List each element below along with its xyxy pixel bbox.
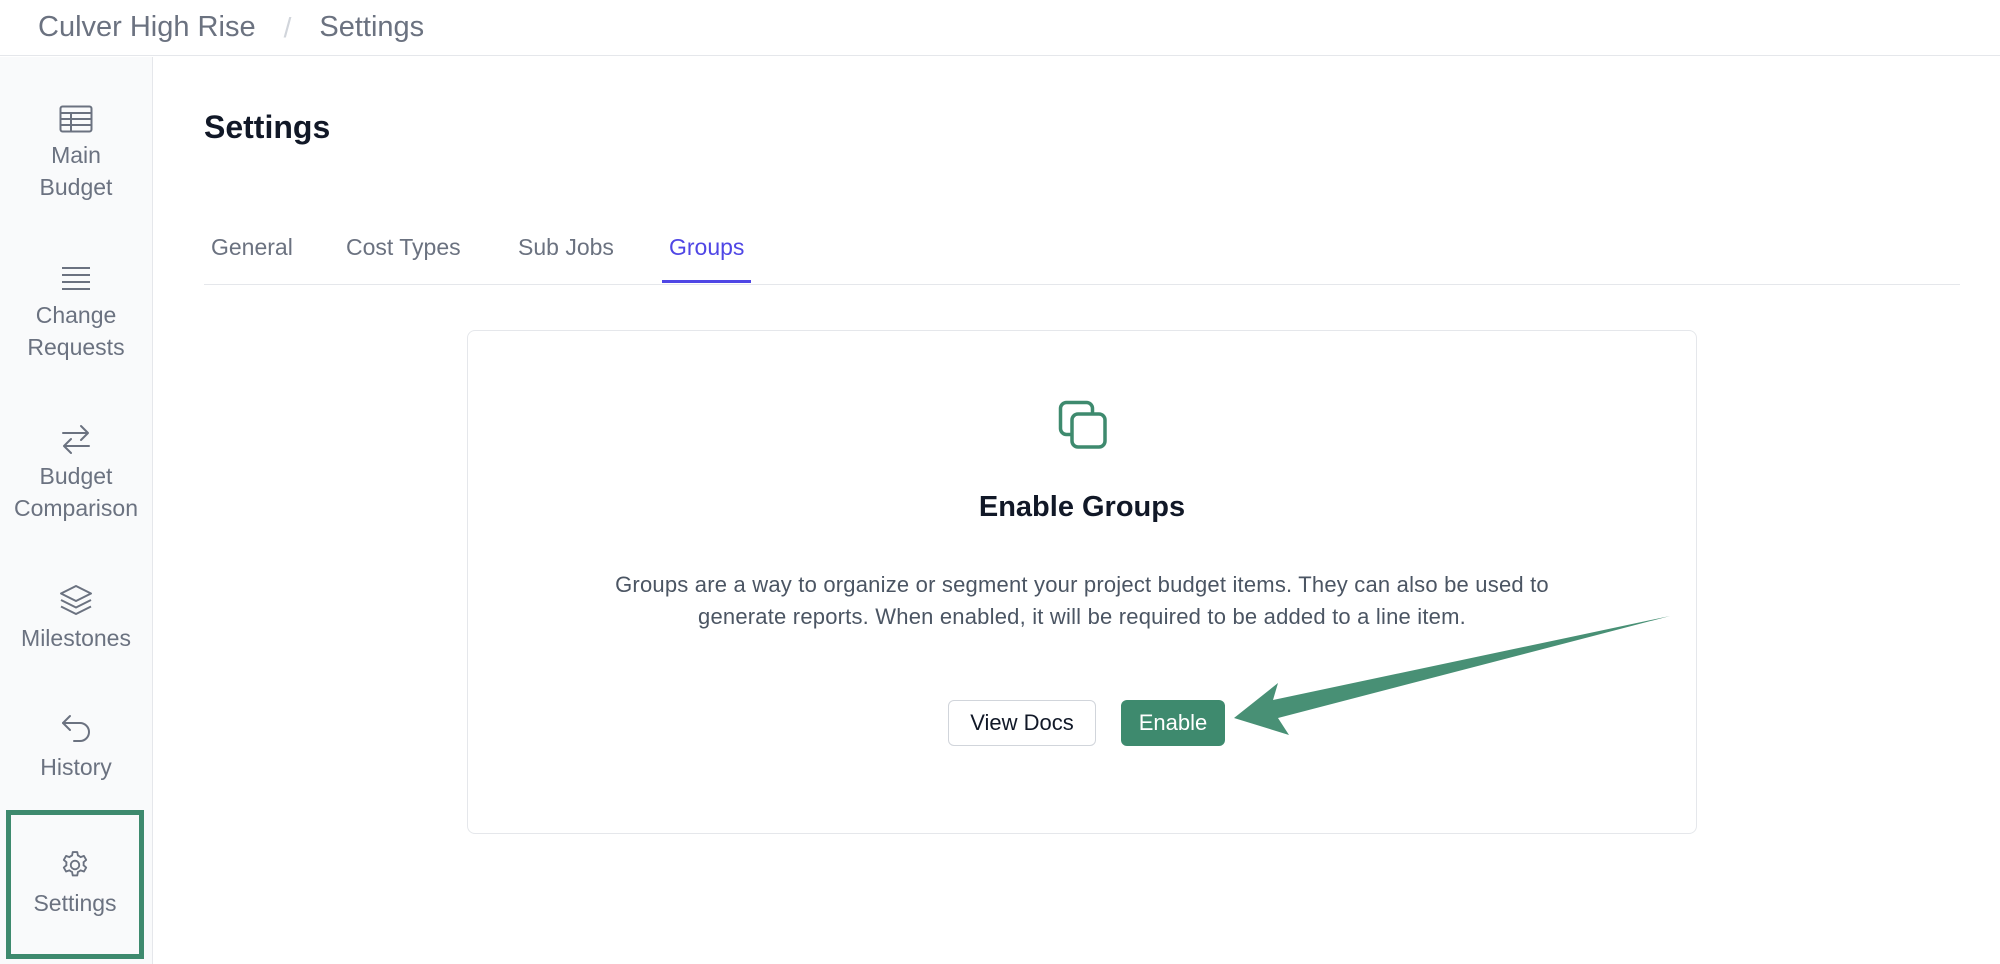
sidebar-item-settings[interactable]: Settings [6,810,144,959]
sidebar-item-change-requests[interactable]: Change Requests [0,265,152,363]
card-description-line: generate reports. When enabled, it will … [698,604,1466,629]
card-title: Enable Groups [978,491,1186,523]
card-description-line: Groups are a way to organize or segment … [615,572,1549,597]
gear-icon [62,851,88,877]
sidebar-item-label: Comparison [14,495,138,521]
settings-tabs: General Cost Types Sub Jobs Groups [204,172,1960,285]
sidebar-item-label: History [40,754,112,780]
sidebar: Main Budget Change Requests Budget Compa… [0,57,153,964]
sidebar-item-label: Requests [27,334,125,360]
layers-icon [60,585,92,615]
tab-sub-jobs[interactable]: Sub Jobs [511,172,621,283]
enable-groups-card: Enable Groups Groups are a way to organi… [467,330,1697,834]
table-icon [59,105,93,133]
list-icon [62,267,90,290]
page-title: Settings [204,109,331,145]
breadcrumb: Culver High Rise / Settings [0,0,2000,56]
sidebar-item-label: Budget [39,174,113,200]
arrows-swap-icon [62,425,90,454]
tab-general[interactable]: General [204,172,300,283]
sidebar-item-main-budget[interactable]: Main Budget [0,105,152,203]
view-docs-button[interactable]: View Docs [948,700,1096,746]
sidebar-item-history[interactable]: History [0,713,152,783]
tab-groups[interactable]: Groups [662,172,752,283]
breadcrumb-current-page: Settings [319,11,425,43]
sidebar-item-label: Milestones [21,625,131,651]
sidebar-item-label: Settings [33,890,117,916]
undo-arrow-icon [62,715,90,742]
sidebar-item-label: Change [35,302,117,328]
card-description: Groups are a way to organize or segment … [568,569,1596,633]
sidebar-item-label: Budget [39,463,113,489]
breadcrumb-separator: / [283,11,292,43]
tab-cost-types[interactable]: Cost Types [339,172,468,283]
sidebar-item-milestones[interactable]: Milestones [0,584,152,654]
breadcrumb-project[interactable]: Culver High Rise [38,11,256,44]
enable-button[interactable]: Enable [1121,700,1225,746]
sidebar-item-label: Main [51,142,101,168]
copy-squares-icon [1058,400,1107,449]
sidebar-item-budget-comparison[interactable]: Budget Comparison [0,424,152,524]
